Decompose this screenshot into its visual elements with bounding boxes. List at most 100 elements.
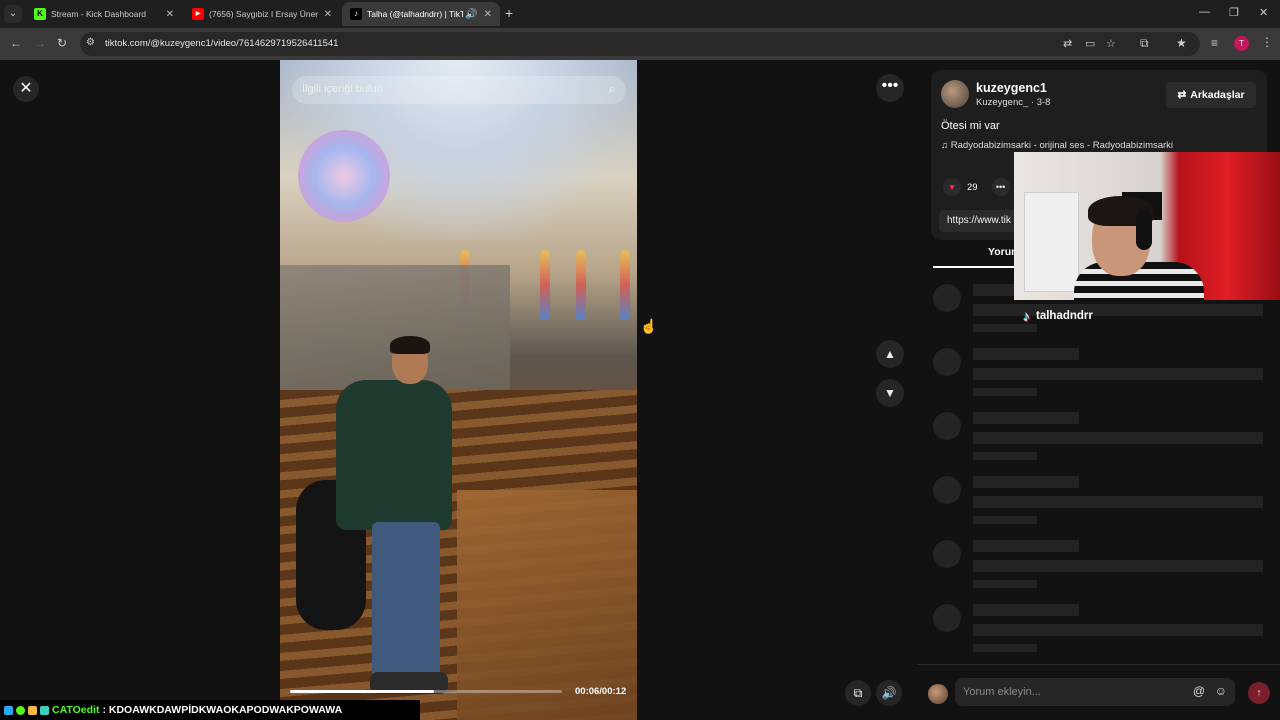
tab-search-icon[interactable]: ⌄ xyxy=(4,5,22,23)
comment-skeleton xyxy=(933,476,1263,531)
skeleton-line xyxy=(973,452,1037,460)
my-avatar xyxy=(928,684,948,704)
author-subline: Kuzeygenc_ · 3-8 xyxy=(976,97,1051,108)
like-heart-icon[interactable]: ♥ xyxy=(943,178,961,196)
music-title: Radyodabizimsarki - orijinal ses - Radyo… xyxy=(950,140,1174,151)
browser-menu-icon[interactable]: ⋮ xyxy=(1261,35,1273,49)
skeleton-line xyxy=(973,348,1079,360)
omnibox[interactable]: ⚙ tiktok.com/@kuzeygenc1/video/761462971… xyxy=(80,32,1200,56)
comment-skeleton xyxy=(933,412,1263,467)
music-note-icon: ♫ xyxy=(941,140,949,151)
cam-username: talhadndrr xyxy=(1036,310,1093,322)
address-bar-row: ← → ↻ ⚙ tiktok.com/@kuzeygenc1/video/761… xyxy=(0,28,1280,60)
comment-skeleton xyxy=(933,348,1263,403)
comment-icon[interactable]: ••• xyxy=(991,178,1010,196)
media-control-icon[interactable]: ≡ xyxy=(1211,36,1218,50)
skeleton-line xyxy=(973,324,1037,332)
skeleton-avatar xyxy=(933,348,961,376)
comment-input[interactable]: Yorum ekleyin... @ ☺ xyxy=(955,678,1235,706)
related-search-input[interactable]: İlgili içeriği bulun ⌕ xyxy=(292,76,626,104)
youtube-icon: ▶ xyxy=(192,8,204,20)
skeleton-line xyxy=(973,368,1263,380)
skeleton-line xyxy=(973,580,1037,588)
bookmark-star-icon[interactable]: ☆ xyxy=(1106,37,1116,50)
reload-icon[interactable]: ↻ xyxy=(57,36,67,50)
video-frame-rose-window xyxy=(298,130,390,222)
video-person-hoodie xyxy=(336,380,452,530)
skeleton-line xyxy=(973,644,1037,652)
restore-icon[interactable]: ❐ xyxy=(1229,6,1239,19)
tiktok-icon: ♪ xyxy=(350,8,362,20)
post-description: Ötesi mi var xyxy=(941,120,1000,132)
video-person-jeans xyxy=(372,522,440,682)
speaker-icon: 🔊 xyxy=(465,8,478,20)
emoji-icon[interactable]: ☺ xyxy=(1215,684,1227,698)
next-video-button[interactable]: ▼ xyxy=(876,379,904,407)
close-icon[interactable]: ✕ xyxy=(324,9,332,20)
volume-button[interactable]: 🔊 xyxy=(876,680,902,706)
site-info-icon[interactable]: ⚙ xyxy=(86,37,95,48)
forward-icon[interactable]: → xyxy=(34,36,46,50)
comment-skeleton xyxy=(933,540,1263,595)
floating-player-button[interactable]: ⧉ xyxy=(845,680,871,706)
previous-video-button[interactable]: ▲ xyxy=(876,340,904,368)
video-frame-stained-glass xyxy=(620,250,630,320)
video-progress-fill xyxy=(290,690,435,693)
badge-icon xyxy=(4,705,13,715)
skeleton-line xyxy=(973,496,1263,508)
skeleton-line xyxy=(973,476,1079,488)
tab-kick[interactable]: K Stream - Kick Dashboard ✕ xyxy=(26,2,182,26)
mention-icon[interactable]: @ xyxy=(1193,684,1205,698)
friends-button-label: Arkadaşlar xyxy=(1190,89,1245,101)
skeleton-avatar xyxy=(933,604,961,632)
webcam-overlay xyxy=(1014,152,1280,300)
comment-compose-bar: Yorum ekleyin... @ ☺ ↑ xyxy=(917,664,1280,720)
search-icon[interactable]: ⌕ xyxy=(609,81,616,97)
cam-name-label: ♪ talhadndrr xyxy=(1023,308,1093,324)
tab-title: (7656) Saygıbiz I Ersay Üner, Gı xyxy=(209,9,318,19)
video-time: 00:06/00:12 xyxy=(575,686,627,697)
friends-button[interactable]: ⇄ Arkadaşlar xyxy=(1166,82,1256,108)
translate-icon[interactable]: ⇄ xyxy=(1063,37,1072,50)
reading-list-icon[interactable]: ★ xyxy=(1176,36,1187,50)
skeleton-avatar xyxy=(933,412,961,440)
cast-icon[interactable]: ▭ xyxy=(1085,37,1095,50)
search-placeholder: İlgili içeriği bulun xyxy=(302,83,383,95)
close-icon[interactable]: ✕ xyxy=(484,9,492,20)
chat-username: CATOedit xyxy=(52,704,100,716)
gift-badge-icon xyxy=(40,705,49,715)
close-video-button[interactable]: ✕ xyxy=(13,76,39,102)
comment-skeleton xyxy=(933,604,1263,659)
video-progress-bar[interactable] xyxy=(290,690,562,693)
check-badge-icon xyxy=(16,705,25,715)
cam-wardrobe xyxy=(1024,192,1079,292)
profile-avatar[interactable]: T xyxy=(1234,36,1249,51)
more-options-button[interactable]: ••• xyxy=(876,74,904,102)
back-icon[interactable]: ← xyxy=(10,36,22,50)
tab-title: Stream - Kick Dashboard xyxy=(51,9,146,19)
url-text[interactable]: tiktok.com/@kuzeygenc1/video/76146297195… xyxy=(105,38,338,49)
extensions-icon[interactable]: ⧉ xyxy=(1140,36,1149,51)
engagement-row: ♥ 29 ••• xyxy=(943,178,1010,196)
minimize-icon[interactable]: — xyxy=(1199,6,1210,18)
tab-youtube[interactable]: ▶ (7656) Saygıbiz I Ersay Üner, Gı ✕ xyxy=(184,2,340,26)
skeleton-line xyxy=(973,388,1037,396)
tab-tiktok[interactable]: ♪ Talha (@talhadndrr) | TikTok 🔊 ✕ xyxy=(342,2,500,26)
skeleton-line xyxy=(973,516,1037,524)
skeleton-line xyxy=(973,604,1079,616)
swap-icon: ⇄ xyxy=(1177,89,1187,101)
send-comment-button[interactable]: ↑ xyxy=(1248,682,1270,704)
music-info[interactable]: ♫ Radyodabizimsarki - orijinal ses - Rad… xyxy=(941,140,1173,151)
window-close-icon[interactable]: ✕ xyxy=(1259,6,1268,19)
skeleton-line xyxy=(973,304,1263,316)
author-username[interactable]: kuzeygenc1 xyxy=(976,81,1047,95)
author-avatar[interactable] xyxy=(941,80,969,108)
like-count: 29 xyxy=(967,181,978,193)
skeleton-line xyxy=(973,560,1263,572)
close-icon[interactable]: ✕ xyxy=(166,9,174,20)
sub-badge-icon xyxy=(28,705,37,715)
skeleton-avatar xyxy=(933,476,961,504)
tab-title: Talha (@talhadndrr) | TikTok xyxy=(367,9,464,19)
video-frame-stained-glass xyxy=(576,250,586,320)
new-tab-button[interactable]: + xyxy=(505,5,513,21)
